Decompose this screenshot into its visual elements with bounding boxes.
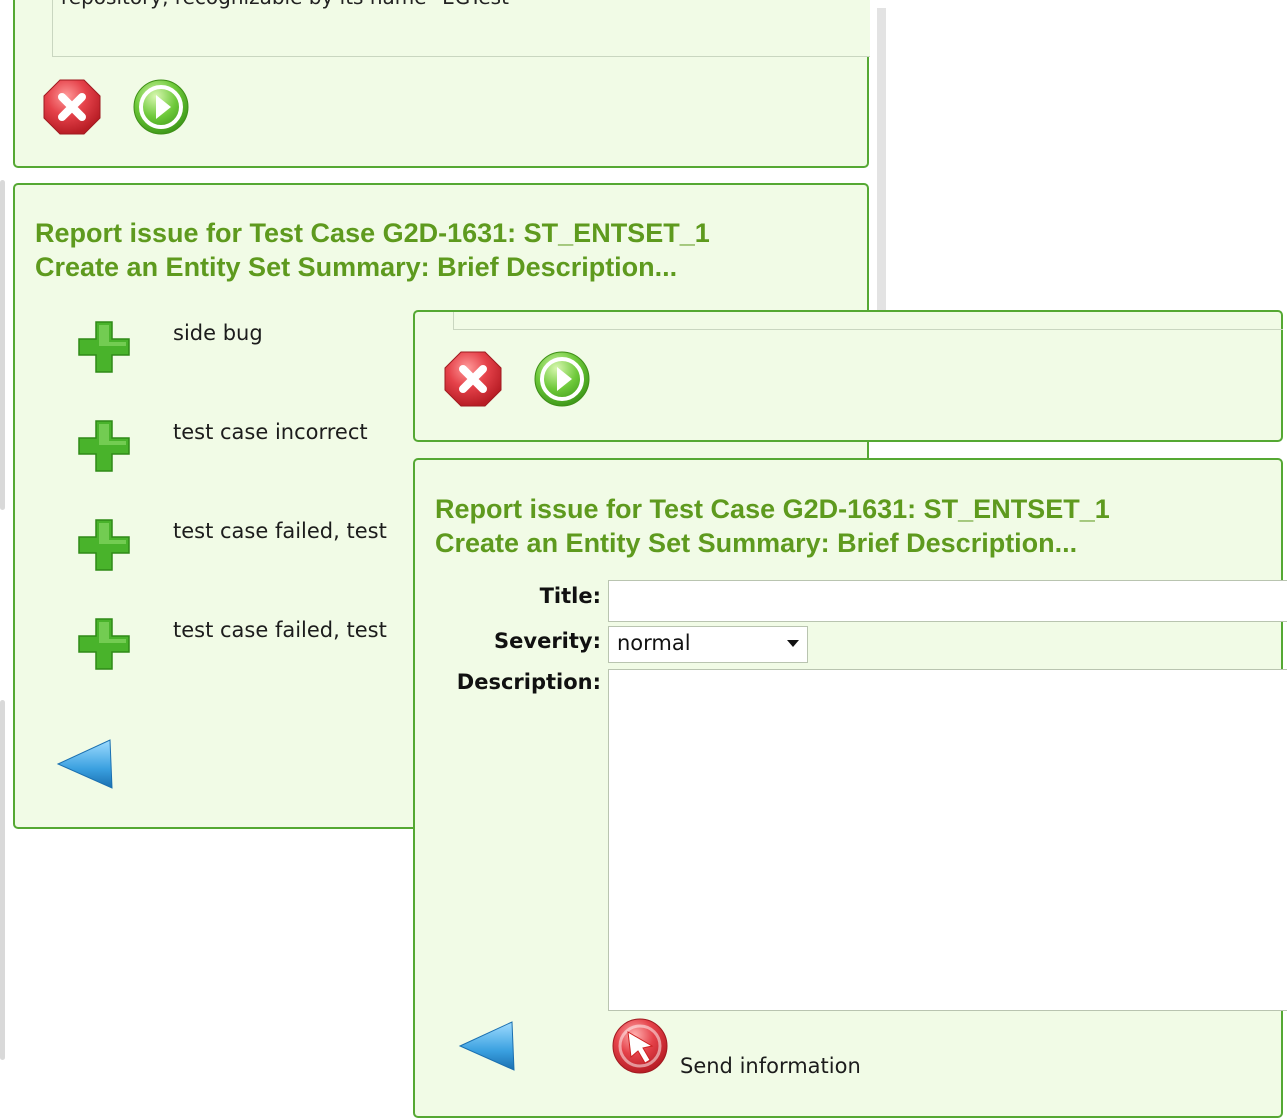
description-label: Description:	[456, 670, 601, 694]
title-label: Title:	[539, 584, 601, 608]
back-report-heading-line2: Create an Entity Set Summary: Brief Desc…	[35, 252, 678, 282]
plus-icon[interactable]	[76, 517, 132, 573]
description-textarea[interactable]	[608, 669, 1287, 1011]
chevron-down-icon	[787, 640, 799, 647]
front-top-panel	[413, 310, 1283, 442]
back-arrow-icon[interactable]	[56, 738, 116, 790]
front-report-panel: Report issue for Test Case G2D-1631: ST_…	[413, 458, 1287, 1118]
back-arrow-icon[interactable]	[458, 1020, 518, 1072]
back-report-heading-line1: Report issue for Test Case G2D-1631: ST_…	[35, 218, 710, 248]
severity-value: normal	[617, 631, 691, 655]
option-test-case-failed-2[interactable]: test case failed, test	[173, 618, 387, 642]
option-side-bug[interactable]: side bug	[173, 321, 263, 345]
title-input[interactable]	[608, 580, 1287, 622]
send-information-button[interactable]: Send information	[610, 1018, 910, 1078]
back-description-text: repository, recognizable by its name "EG…	[61, 0, 518, 9]
back-description-box: repository, recognizable by its name "EG…	[52, 0, 870, 57]
severity-select[interactable]: normal	[608, 626, 808, 663]
front-description-box-edge	[453, 312, 1283, 330]
severity-label: Severity:	[494, 629, 601, 653]
option-test-case-incorrect[interactable]: test case incorrect	[173, 420, 368, 444]
cancel-icon[interactable]	[443, 350, 503, 408]
cancel-icon[interactable]	[42, 78, 102, 136]
back-top-panel: repository, recognizable by its name "EG…	[13, 0, 870, 168]
plus-icon[interactable]	[76, 319, 132, 375]
option-test-case-failed-1[interactable]: test case failed, test	[173, 519, 387, 543]
play-icon[interactable]	[532, 350, 592, 408]
send-information-label: Send information	[680, 1054, 861, 1078]
window-frame-left	[0, 180, 5, 510]
play-icon[interactable]	[131, 78, 191, 136]
front-report-heading-line2: Create an Entity Set Summary: Brief Desc…	[435, 528, 1078, 558]
scrollbar-track[interactable]	[877, 8, 886, 318]
send-cursor-icon	[610, 1018, 672, 1076]
front-report-heading-line1: Report issue for Test Case G2D-1631: ST_…	[435, 494, 1110, 524]
plus-icon[interactable]	[76, 616, 132, 672]
plus-icon[interactable]	[76, 418, 132, 474]
window-frame-left-lower	[0, 700, 5, 1060]
